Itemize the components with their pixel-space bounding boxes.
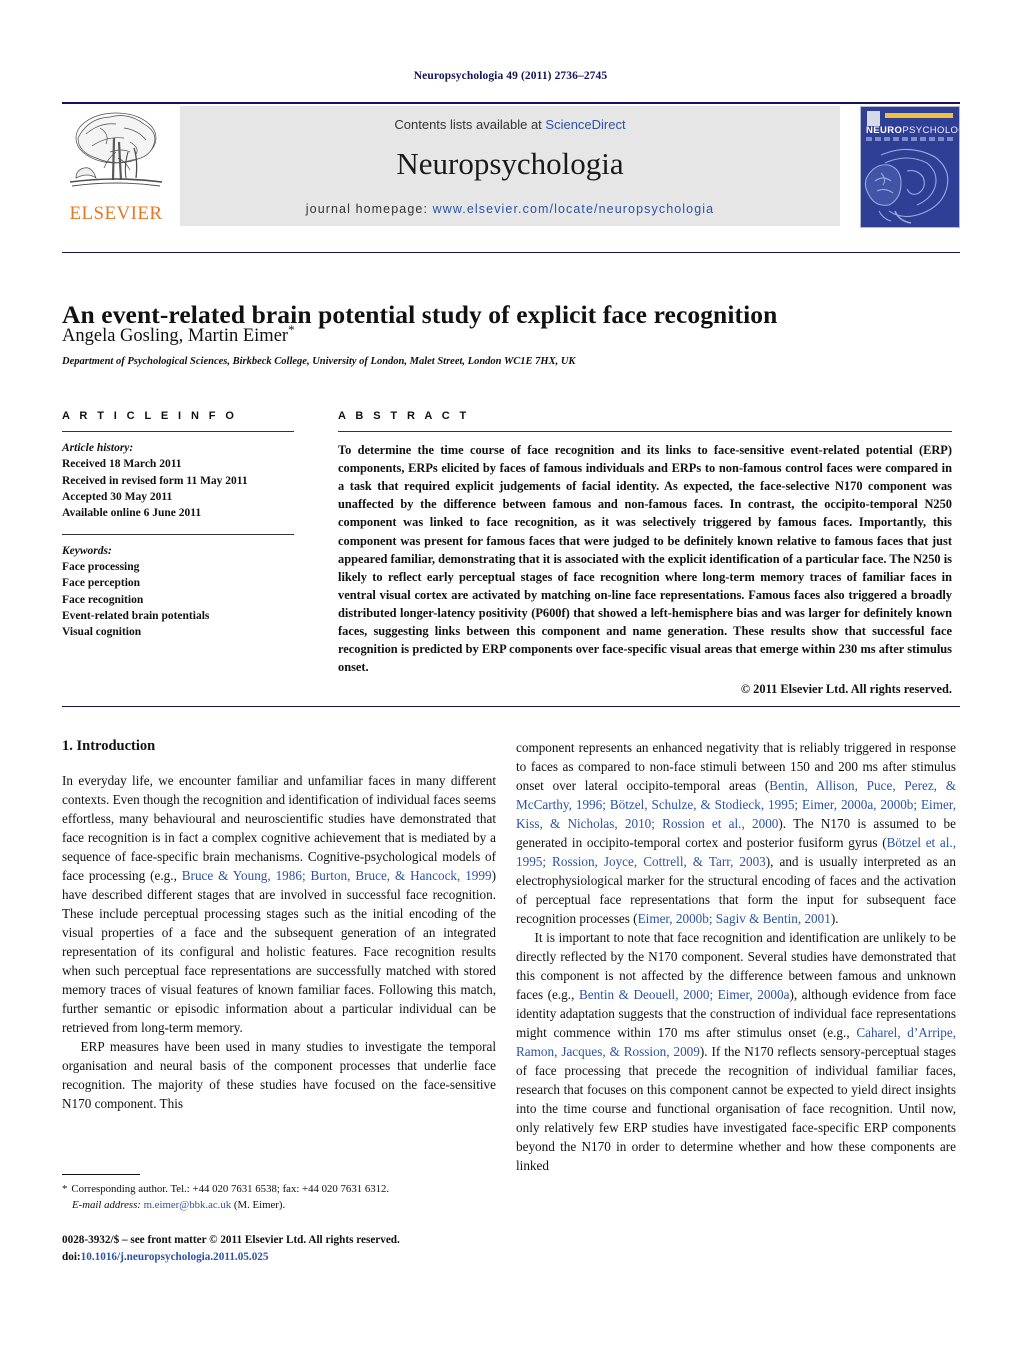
doi-link[interactable]: 10.1016/j.neuropsychologia.2011.05.025 bbox=[81, 1251, 269, 1263]
title-top-rule bbox=[62, 252, 960, 253]
author-list: Angela Gosling, Martin Eimer* bbox=[62, 322, 952, 347]
journal-cover-thumbnail: NEUROPSYCHOLOGIA bbox=[860, 106, 960, 228]
corresponding-author-note: * Corresponding author. Tel.: +44 020 763… bbox=[62, 1181, 496, 1197]
homepage-prefix: journal homepage: bbox=[305, 202, 433, 216]
section-heading-introduction: 1. Introduction bbox=[62, 738, 156, 754]
contents-lists-line: Contents lists available at ScienceDirec… bbox=[180, 117, 840, 132]
abstract-rule bbox=[338, 431, 952, 432]
doi-label: doi: bbox=[62, 1250, 81, 1263]
cover-badge-icon bbox=[867, 111, 880, 126]
author-names: Angela Gosling, Martin Eimer bbox=[62, 326, 289, 347]
cover-name-part-b: PSYCHOLOGIA bbox=[902, 125, 959, 136]
history-item: Accepted 30 May 2011 bbox=[62, 490, 173, 503]
paragraph: In everyday life, we encounter familiar … bbox=[62, 771, 496, 1037]
abstract-heading: A B S T R A C T bbox=[338, 410, 470, 422]
affiliation: Department of Psychological Sciences, Bi… bbox=[62, 356, 576, 367]
article-history-group: Article history: Received 18 March 2011 … bbox=[62, 440, 294, 522]
paragraph: ERP measures have been used in many stud… bbox=[62, 1039, 496, 1111]
journal-masthead: ELSEVIER Contents lists available at Sci… bbox=[62, 106, 960, 228]
keyword-item: Face recognition bbox=[62, 593, 144, 606]
journal-title: Neuropsychologia bbox=[396, 146, 624, 181]
email-owner: (M. Eimer). bbox=[233, 1199, 286, 1212]
cover-accent-bar bbox=[885, 113, 953, 118]
history-item: Available online 6 June 2011 bbox=[62, 507, 202, 520]
footnote-block: * Corresponding author. Tel.: +44 020 763… bbox=[62, 1181, 496, 1213]
imprint-block: 0028-3932/$ – see front matter © 2011 El… bbox=[62, 1232, 522, 1266]
sciencedirect-link[interactable]: ScienceDirect bbox=[545, 117, 625, 132]
header-rule bbox=[62, 102, 960, 104]
corresponding-author-text: Corresponding author. Tel.: +44 020 7631… bbox=[71, 1183, 390, 1195]
email-address-link[interactable]: m.eimer@bbk.ac.uk bbox=[144, 1199, 232, 1211]
cover-journal-name: NEUROPSYCHOLOGIA bbox=[866, 125, 959, 136]
journal-homepage-line: journal homepage: www.elsevier.com/locat… bbox=[180, 202, 840, 216]
keyword-item: Face processing bbox=[62, 560, 140, 573]
footnote-star-marker: * bbox=[62, 1183, 68, 1195]
keyword-item: Visual cognition bbox=[62, 626, 142, 639]
article-info-heading: A R T I C L E I N F O bbox=[62, 410, 238, 422]
running-head: Neuropsychologia 49 (2011) 2736–2745 bbox=[413, 70, 608, 82]
footnote-rule bbox=[62, 1174, 140, 1175]
email-note: E-mail address: m.eimer@bbk.ac.uk (M. Ei… bbox=[62, 1197, 496, 1213]
article-history-label: Article history: bbox=[62, 442, 134, 454]
copyright-line: © 2011 Elsevier Ltd. All rights reserved… bbox=[740, 682, 952, 697]
abstract-column: A B S T R A C T To determine the time co… bbox=[338, 410, 952, 697]
elsevier-wordmark: ELSEVIER bbox=[69, 203, 163, 224]
elsevier-logo: ELSEVIER bbox=[62, 106, 170, 226]
paragraph: component represents an enhanced negativ… bbox=[516, 738, 956, 928]
paragraph-text: ). bbox=[830, 911, 839, 926]
article-info-rule bbox=[62, 431, 294, 432]
issn-front-matter-line: 0028-3932/$ – see front matter © 2011 El… bbox=[62, 1234, 400, 1246]
cover-name-part-a: NEURO bbox=[866, 125, 903, 136]
email-label: E-mail address: bbox=[72, 1199, 141, 1212]
keywords-label: Keywords: bbox=[62, 544, 112, 557]
keywords-rule bbox=[62, 533, 294, 535]
brain-scan-icon bbox=[864, 148, 949, 224]
paragraph-text: ). If the N170 reflects sensory-perceptu… bbox=[516, 1044, 956, 1173]
abstract-text: To determine the time course of face rec… bbox=[338, 443, 952, 675]
body-column-right: component represents an enhanced negativ… bbox=[516, 738, 956, 1175]
keywords-group: Keywords: Face processing Face perceptio… bbox=[62, 543, 294, 641]
corresponding-author-marker: * bbox=[288, 322, 295, 337]
contents-prefix: Contents lists available at bbox=[394, 117, 546, 132]
elsevier-tree-icon bbox=[69, 112, 163, 187]
body-column-left: 1. Introduction In everyday life, we enc… bbox=[62, 738, 496, 1113]
keyword-item: Event-related brain potentials bbox=[62, 609, 210, 622]
citation-link[interactable]: Bruce & Young, 1986; Burton, Bruce, & Ha… bbox=[182, 868, 492, 883]
keyword-item: Face perception bbox=[62, 577, 141, 590]
history-item: Received 18 March 2011 bbox=[62, 458, 182, 471]
abstract-bottom-rule bbox=[62, 706, 960, 707]
masthead-panel: Contents lists available at ScienceDirec… bbox=[180, 106, 840, 226]
history-item: Received in revised form 11 May 2011 bbox=[62, 474, 248, 487]
article-first-page: Neuropsychologia 49 (2011) 2736–2745 ELS… bbox=[0, 0, 1021, 1351]
paragraph-text: In everyday life, we encounter familiar … bbox=[62, 773, 496, 883]
citation-link[interactable]: Bentin & Deouell, 2000; Eimer, 2000a bbox=[579, 987, 790, 1002]
paragraph-text: ) have described different stages that a… bbox=[62, 868, 496, 1035]
paragraph: It is important to note that face recogn… bbox=[516, 928, 956, 1175]
article-info-column: A R T I C L E I N F O Article history: R… bbox=[62, 410, 294, 641]
doi-line: doi:10.1016/j.neuropsychologia.2011.05.0… bbox=[62, 1249, 522, 1266]
citation-link[interactable]: Eimer, 2000b; Sagiv & Bentin, 2001 bbox=[638, 911, 831, 926]
homepage-url-link[interactable]: www.elsevier.com/locate/neuropsychologia bbox=[433, 202, 715, 216]
